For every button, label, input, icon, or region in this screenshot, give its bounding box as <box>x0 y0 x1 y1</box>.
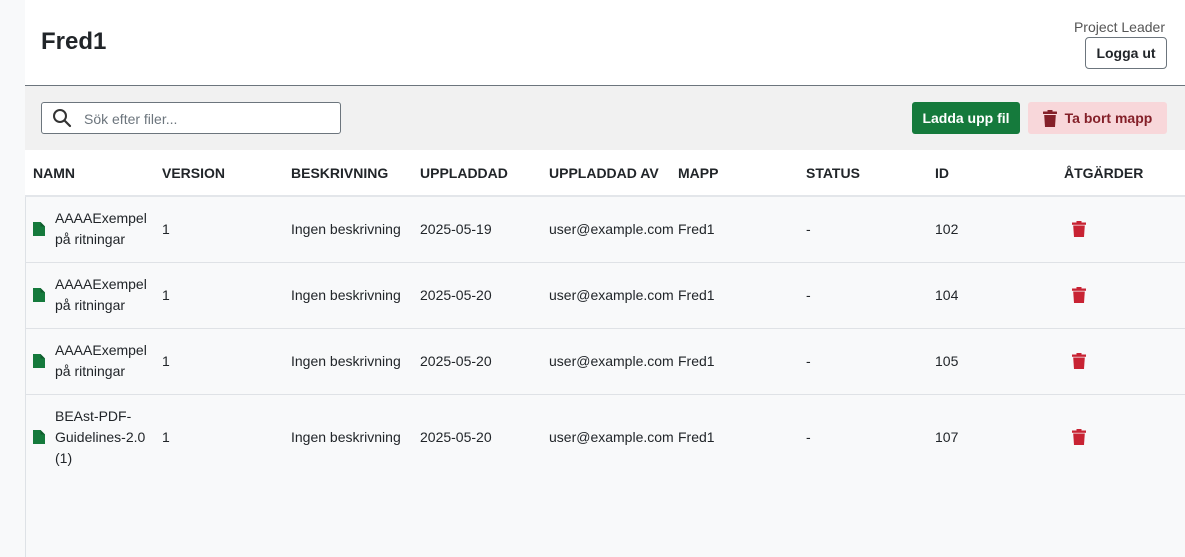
uploaded-date-cell: 2025-05-20 <box>420 353 492 369</box>
actions-cell <box>1056 196 1185 262</box>
uploaded-date-cell: 2025-05-20 <box>420 429 492 446</box>
file-icon <box>33 222 45 237</box>
id-cell: 107 <box>935 429 959 446</box>
file-name-cell[interactable]: AAAAExempel på ritningar <box>25 262 154 328</box>
search-input[interactable] <box>82 103 336 135</box>
actions-cell <box>1056 394 1185 480</box>
status-cell: - <box>806 287 811 303</box>
actions-cell <box>1056 262 1185 328</box>
table-row[interactable]: AAAAExempel på ritningar 1 Ingen beskriv… <box>25 196 1185 262</box>
column-header-uploaded-by[interactable]: UPPLADDAD AV <box>541 150 670 196</box>
file-icon <box>33 354 45 368</box>
file-name[interactable]: AAAAExempel på ritningar <box>55 340 147 382</box>
upload-file-button[interactable]: Ladda upp fil <box>912 102 1020 134</box>
column-header-uploaded[interactable]: UPPLADDAD <box>412 150 541 196</box>
file-icon <box>33 430 45 445</box>
status-cell: - <box>806 353 811 369</box>
search-icon <box>53 109 72 128</box>
actions-cell <box>1056 328 1185 394</box>
version-cell: 1 <box>162 429 170 446</box>
logout-button[interactable]: Logga ut <box>1085 37 1167 69</box>
file-name-cell[interactable]: BEAst-PDF-Guidelines-2.0 (1) <box>25 394 154 480</box>
table-row[interactable]: AAAAExempel på ritningar 1 Ingen beskriv… <box>25 262 1185 328</box>
table-row[interactable]: BEAst-PDF-Guidelines-2.0 (1) 1 Ingen bes… <box>25 394 1185 480</box>
description-cell: Ingen beskrivning <box>291 429 401 446</box>
column-header-actions: ÅTGÄRDER <box>1064 164 1144 181</box>
column-header-name[interactable]: NAMN <box>25 150 154 196</box>
trash-icon <box>1042 109 1057 127</box>
uploaded-by-cell: user@example.com <box>549 429 674 446</box>
file-icon <box>33 288 45 302</box>
id-cell: 102 <box>935 221 959 238</box>
search-box[interactable] <box>41 102 341 135</box>
table-header-row: NAMN VERSION BESKRIVNING UPPLADDAD UPPLA… <box>25 150 1185 196</box>
uploaded-date-cell: 2025-05-20 <box>420 287 492 303</box>
column-header-description[interactable]: BESKRIVNING <box>283 150 412 196</box>
folder-cell: Fred1 <box>678 353 715 369</box>
column-header-version[interactable]: VERSION <box>154 150 283 196</box>
page-header: Fred1 Project Leader Logga ut <box>25 0 1185 86</box>
file-name[interactable]: AAAAExempel på ritningar <box>55 274 147 316</box>
trash-icon[interactable] <box>1072 429 1086 446</box>
id-cell: 105 <box>935 353 959 369</box>
delete-folder-label: Ta bort mapp <box>1064 110 1153 126</box>
file-name-cell[interactable]: AAAAExempel på ritningar <box>25 196 154 262</box>
page-title: Fred1 <box>41 28 107 55</box>
uploaded-by-cell: user@example.com <box>549 353 674 369</box>
description-cell: Ingen beskrivning <box>291 353 401 369</box>
trash-icon[interactable] <box>1072 287 1086 303</box>
user-role: Project Leader <box>1073 19 1165 35</box>
version-cell: 1 <box>162 353 170 369</box>
version-cell: 1 <box>162 221 170 238</box>
table-row[interactable]: AAAAExempel på ritningar 1 Ingen beskriv… <box>25 328 1185 394</box>
description-cell: Ingen beskrivning <box>291 221 401 238</box>
status-cell: - <box>806 429 811 446</box>
delete-folder-button[interactable]: Ta bort mapp <box>1028 102 1167 134</box>
version-cell: 1 <box>162 287 170 303</box>
uploaded-by-cell: user@example.com <box>549 287 674 303</box>
left-rail <box>0 0 26 557</box>
column-header-id[interactable]: ID <box>927 150 1056 196</box>
column-header-folder[interactable]: MAPP <box>670 150 798 196</box>
file-name[interactable]: BEAst-PDF-Guidelines-2.0 (1) <box>55 406 146 469</box>
trash-icon[interactable] <box>1072 353 1086 369</box>
folder-cell: Fred1 <box>678 429 715 446</box>
uploaded-by-cell: user@example.com <box>549 221 674 238</box>
status-cell: - <box>806 221 811 238</box>
description-cell: Ingen beskrivning <box>291 287 401 303</box>
folder-cell: Fred1 <box>678 287 715 303</box>
files-table: NAMN VERSION BESKRIVNING UPPLADDAD UPPLA… <box>25 150 1185 480</box>
file-name-cell[interactable]: AAAAExempel på ritningar <box>25 328 154 394</box>
uploaded-date-cell: 2025-05-19 <box>420 221 492 238</box>
folder-cell: Fred1 <box>678 221 715 238</box>
trash-icon[interactable] <box>1072 221 1086 238</box>
toolbar: Ladda upp fil Ta bort mapp <box>25 86 1185 150</box>
column-header-status[interactable]: STATUS <box>798 150 927 196</box>
id-cell: 104 <box>935 287 959 303</box>
file-name[interactable]: AAAAExempel på ritningar <box>55 208 147 250</box>
